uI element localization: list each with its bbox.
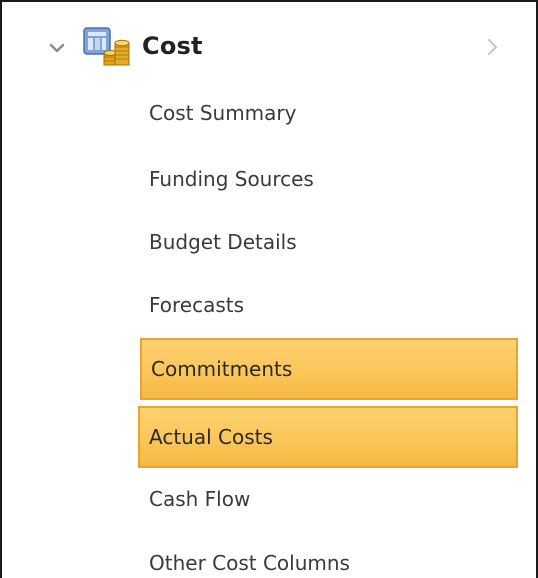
chevron-right-icon[interactable] xyxy=(480,35,504,59)
nav-item-label: Budget Details xyxy=(149,230,297,254)
nav-item-label: Cash Flow xyxy=(149,487,251,511)
nav-item-label: Forecasts xyxy=(149,293,245,317)
nav-item-cost-summary[interactable]: Cost Summary xyxy=(138,82,522,144)
nav-item-commitments[interactable]: Commitments xyxy=(140,338,518,400)
nav-item-other-cost-columns[interactable]: Other Cost Columns xyxy=(138,532,522,578)
nav-item-budget-details[interactable]: Budget Details xyxy=(138,211,522,273)
chevron-down-icon[interactable] xyxy=(46,37,68,59)
cost-navigation-panel: Cost Cost Summary Funding Sources Budget… xyxy=(0,0,538,578)
cost-coins-icon xyxy=(83,27,130,66)
nav-item-forecasts[interactable]: Forecasts xyxy=(138,274,522,336)
nav-item-funding-sources[interactable]: Funding Sources xyxy=(138,148,522,210)
nav-item-label: Other Cost Columns xyxy=(149,551,350,575)
nav-item-label: Cost Summary xyxy=(149,101,297,125)
nav-item-actual-costs[interactable]: Actual Costs xyxy=(138,406,518,468)
nav-item-label: Funding Sources xyxy=(149,167,314,191)
cost-section-header[interactable]: Cost xyxy=(2,2,536,88)
section-title: Cost xyxy=(142,32,203,60)
nav-item-label: Commitments xyxy=(151,357,293,381)
nav-item-cash-flow[interactable]: Cash Flow xyxy=(138,468,522,530)
nav-item-label: Actual Costs xyxy=(149,425,273,449)
